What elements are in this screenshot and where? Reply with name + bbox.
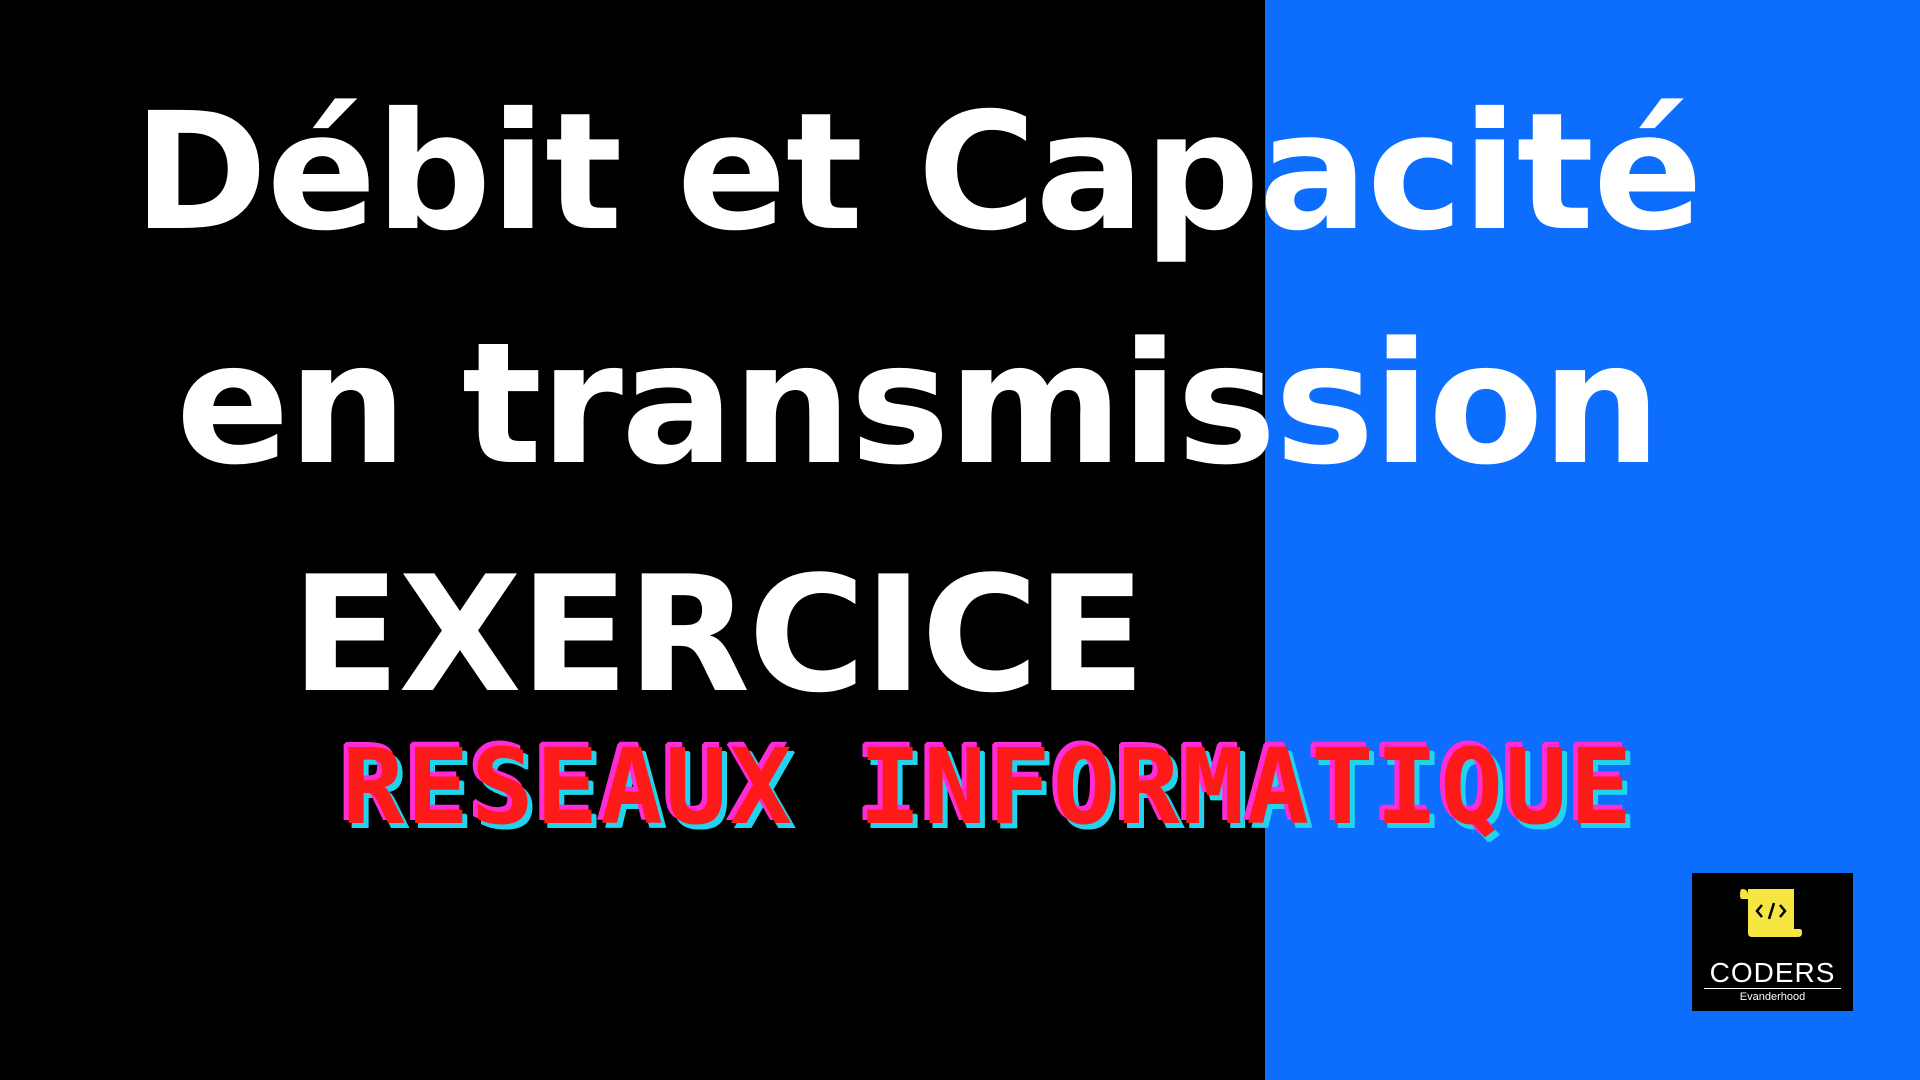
logo-name: CODERS [1709,957,1836,988]
logo-divider [1704,988,1841,989]
title-line-3: EXERCICE [291,541,1146,728]
title-line-2: en transmission [175,306,1661,502]
logo-tagline: Evanderhood [1739,991,1806,1003]
code-scroll-icon [1738,885,1806,941]
title-line-1: Débit et Capacité [133,79,1703,267]
coders-logo: CODERS Evanderhood [1692,873,1853,1011]
subtitle-banner: RESEAUX INFORMATIQUE [341,726,1635,848]
